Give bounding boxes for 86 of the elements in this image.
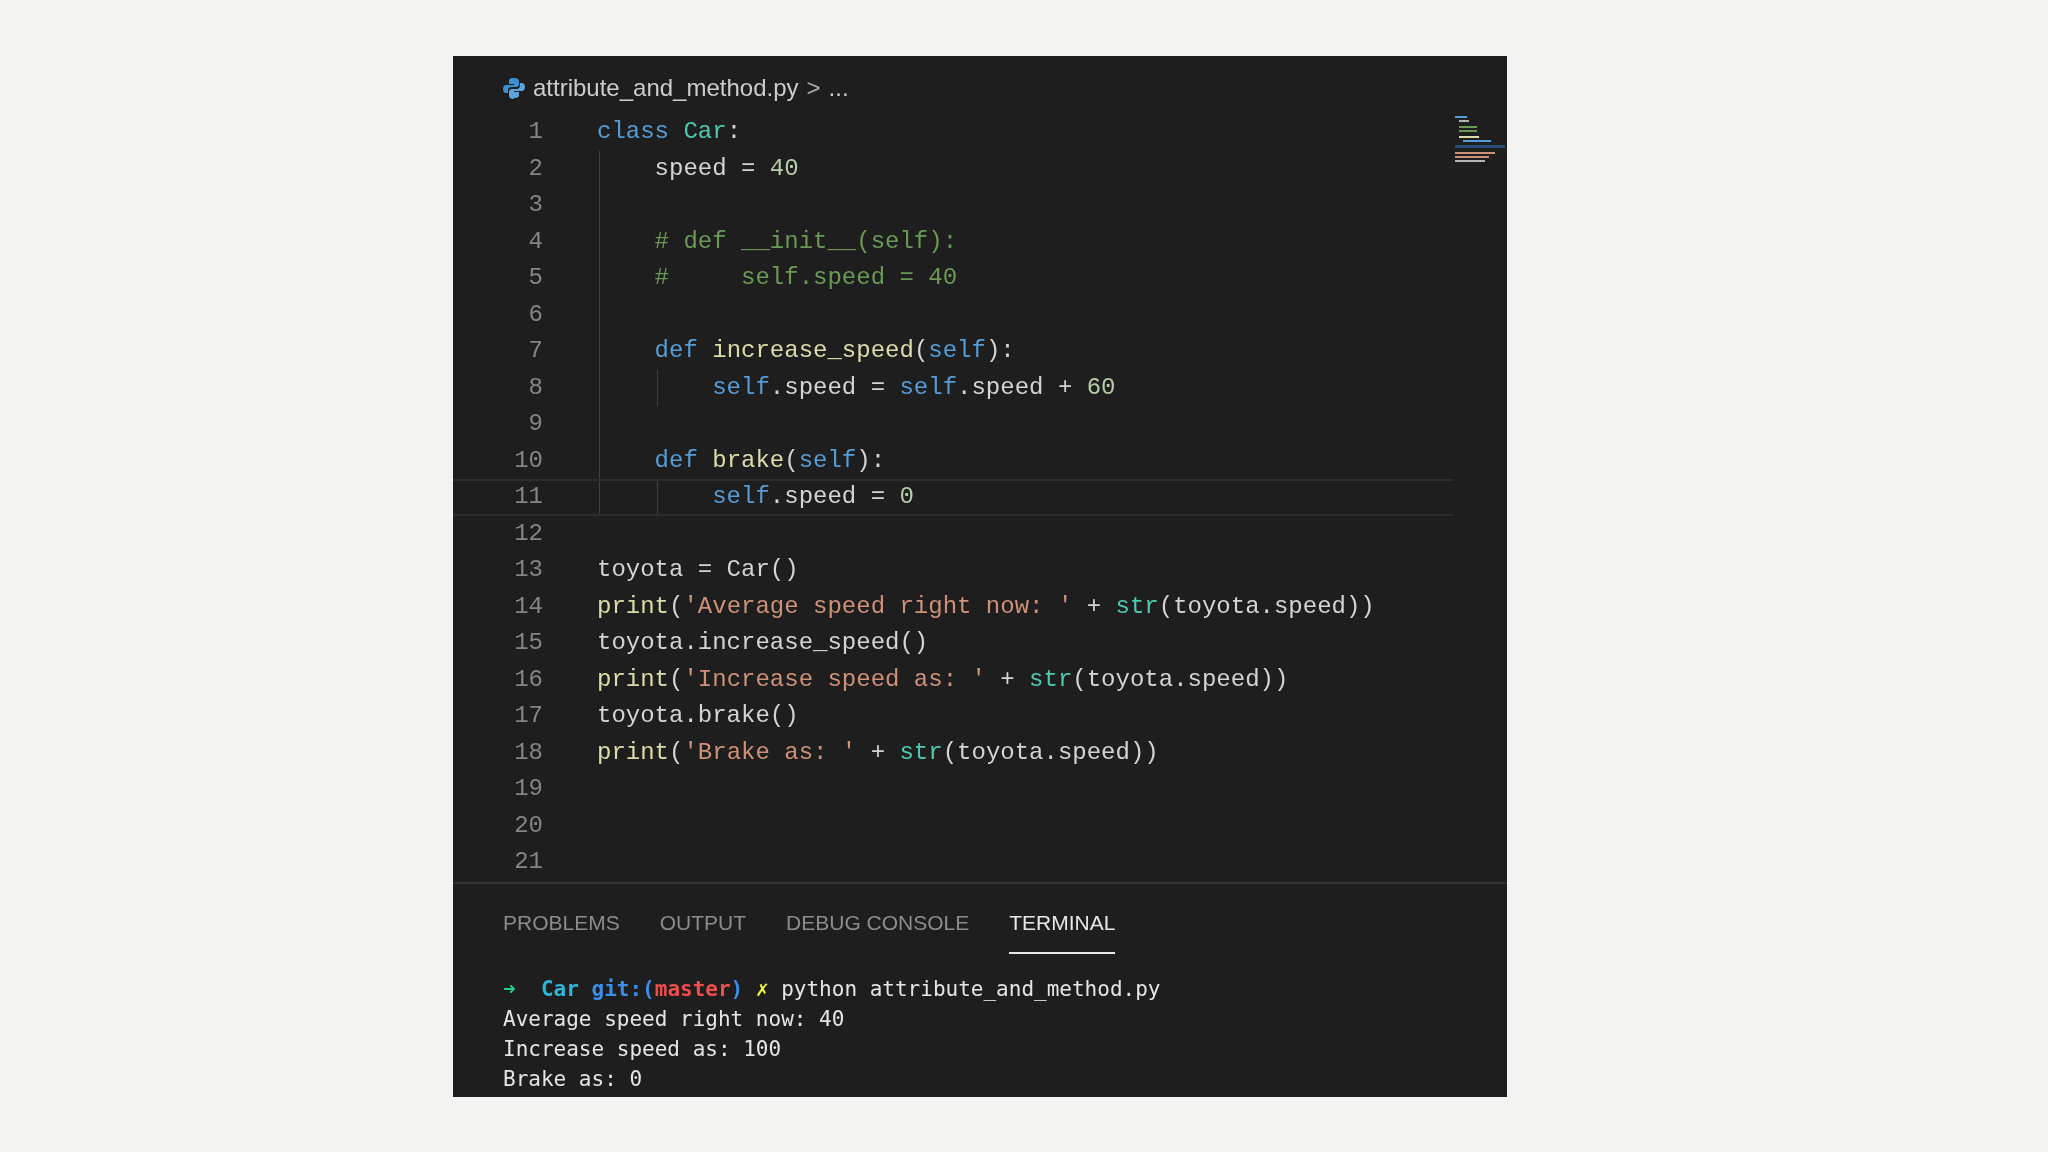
code-token: ( [669,591,684,622]
code-token: print [597,737,669,768]
panel-tab[interactable]: TERMINAL [1009,883,1116,954]
code-token: toyota = Car() [597,555,799,586]
terminal-text: ✗ [754,975,769,1003]
code-token: class [597,117,669,148]
breadcrumb-separator: > [806,73,821,103]
code-token: : [726,117,742,148]
terminal-text: ➜ [503,975,516,1003]
line-number: 3 [527,190,543,221]
code-token: self [711,482,770,513]
code-token: + [869,737,887,768]
code-token: ( [669,664,684,695]
panel-tab[interactable]: OUTPUT [659,883,747,954]
line-number: 9 [527,409,543,440]
terminal-text: python attribute_and_method.py [780,975,1161,1003]
line-number: 20 [513,810,543,841]
code-token: .speed = [769,482,887,513]
code-token: def [653,445,698,476]
terminal-text: master [654,975,731,1003]
code-token: str [1029,664,1073,695]
code-token: increase_speed [711,336,914,367]
code-token: speed = [653,153,757,184]
python-icon [503,77,525,99]
code-token: + [1085,591,1103,622]
code-token: 'Increase speed as: ' [683,664,986,695]
code-token: ( [784,445,799,476]
code-token: self [711,372,770,403]
code-token: Car [682,117,727,148]
code-token: print [597,591,669,622]
line-number: 6 [527,299,543,330]
code-token: (toyota.speed)) [942,737,1159,768]
code-token: ): [856,445,886,476]
line-number: 17 [513,701,543,732]
line-number: 19 [513,774,543,805]
code-token: 'Average speed right now: ' [683,591,1073,622]
code-token: 40 [769,153,799,184]
line-number: 10 [513,445,543,476]
terminal-text: git:( [590,975,655,1003]
code-token: + [999,664,1016,695]
line-number: 1 [527,117,543,148]
terminal-text: Average speed right now: 40 [503,1005,845,1033]
line-number: 5 [527,263,543,294]
code-token: .speed = [769,372,887,403]
code-token: 60 [1086,372,1116,403]
line-number: 7 [527,336,543,367]
code-token: toyota.brake() [597,701,799,732]
code-token: self [798,445,857,476]
code-token: ( [913,336,929,367]
line-number: 13 [513,555,543,586]
code-token: .speed + [957,372,1074,403]
minimap-drawing [1455,114,1505,164]
code-token: str [899,737,943,768]
code-token: ): [985,336,1015,367]
breadcrumb-file[interactable]: attribute_and_method.py [533,70,799,106]
breadcrumb-more[interactable]: ... [828,70,849,106]
line-number: 14 [513,591,543,622]
code-token: print [597,664,669,695]
code-token: 0 [899,482,914,513]
code-token: str [1115,591,1159,622]
line-number: 11 [513,482,543,513]
line-number: 16 [513,664,543,695]
line-number: 21 [513,847,543,878]
code-token: (toyota.speed)) [1072,664,1289,695]
code-token: # def __init__(self): [653,226,958,257]
code-token: self [928,336,986,367]
code-token: (toyota.speed)) [1158,591,1375,622]
terminal-text: Car [539,975,579,1003]
code-token: ( [669,737,684,768]
line-number: 15 [513,628,543,659]
line-number: 18 [513,737,543,768]
code-token: self [899,372,958,403]
code-token: toyota.increase_speed() [597,628,929,659]
code-token: 'Brake as: ' [683,737,857,768]
line-number: 4 [527,226,543,257]
line-number: 12 [513,518,543,549]
panel-tab[interactable]: PROBLEMS [503,883,620,954]
code-token: # self.speed = 40 [653,263,958,294]
code-token: def [653,336,698,367]
code-token: brake [711,445,785,476]
line-number: 8 [527,372,543,403]
terminal-text: Brake as: 0 [503,1065,643,1093]
panel-tab[interactable]: DEBUG CONSOLE [786,883,970,954]
terminal-text: ) [730,975,744,1003]
terminal-text: Increase speed as: 100 [503,1035,782,1063]
line-number: 2 [527,153,543,184]
